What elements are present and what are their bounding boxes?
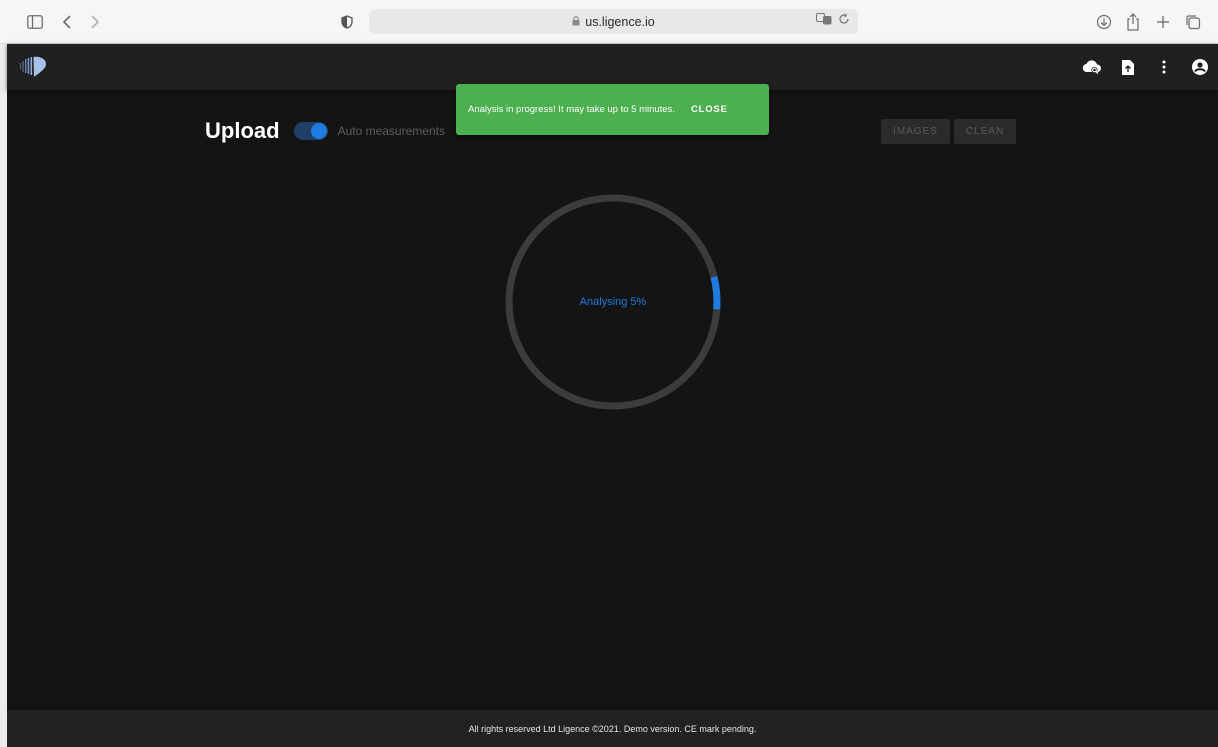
progress-label: Analysing 5% xyxy=(579,296,647,308)
more-vert-icon[interactable] xyxy=(1148,51,1180,83)
forward-icon[interactable] xyxy=(84,11,106,33)
clean-button[interactable]: CLEAN xyxy=(953,119,1017,144)
url-text: us.ligence.io xyxy=(585,14,655,29)
share-icon[interactable] xyxy=(1122,11,1144,33)
footer-text: All rights reserved Ltd Ligence ©2021. D… xyxy=(468,723,757,734)
snackbar-close-button[interactable]: CLOSE xyxy=(691,104,728,115)
tab-overview-icon[interactable] xyxy=(1182,11,1204,33)
auto-measurements-label: Auto measurements xyxy=(337,124,445,138)
footer: All rights reserved Ltd Ligence ©2021. D… xyxy=(7,710,1218,747)
new-tab-icon[interactable] xyxy=(1152,11,1174,33)
browser-toolbar: us.ligence.io xyxy=(0,0,1218,44)
translate-icon[interactable] xyxy=(816,13,832,28)
back-icon[interactable] xyxy=(56,11,78,33)
privacy-shield-icon[interactable] xyxy=(336,11,358,33)
snackbar: Analysis in progress! It may take up to … xyxy=(456,84,769,135)
lock-icon xyxy=(572,15,580,29)
reload-icon[interactable] xyxy=(838,13,850,28)
snackbar-message: Analysis in progress! It may take up to … xyxy=(468,104,675,115)
account-icon[interactable] xyxy=(1184,51,1216,83)
downloads-icon[interactable] xyxy=(1093,11,1115,33)
app-window: Upload Auto measurements IMAGES CLEAN An… xyxy=(7,44,1218,747)
cloud-search-icon[interactable] xyxy=(1076,51,1108,83)
analysis-progress: Analysing 5% xyxy=(502,191,724,413)
images-button[interactable]: IMAGES xyxy=(881,119,950,144)
page-title: Upload xyxy=(205,118,280,143)
address-bar[interactable]: us.ligence.io xyxy=(369,9,858,34)
sidebar-toggle-icon[interactable] xyxy=(24,11,46,33)
toggle-knob xyxy=(310,123,327,139)
auto-measurements-toggle[interactable] xyxy=(293,122,328,140)
file-upload-icon[interactable] xyxy=(1112,51,1144,83)
ligence-logo-icon[interactable] xyxy=(19,54,47,85)
